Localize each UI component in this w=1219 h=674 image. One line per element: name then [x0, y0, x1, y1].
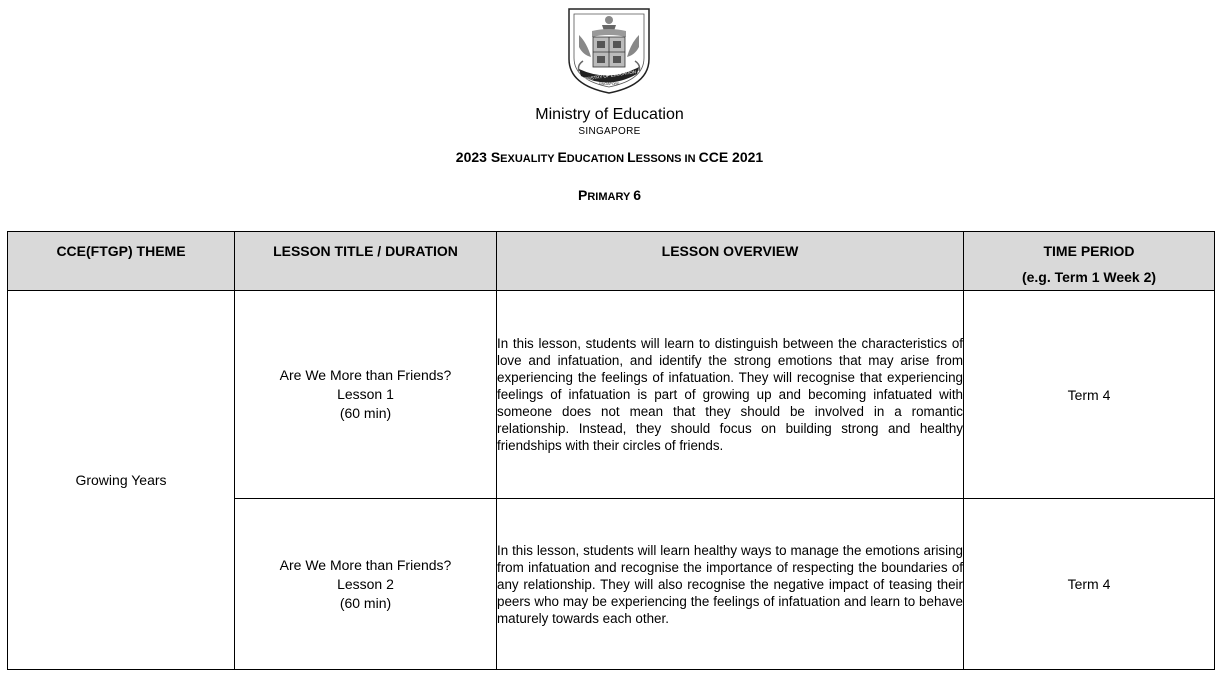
lesson-title: Are We More than Friends? [279, 556, 452, 573]
header-time-period-line2: (e.g. Term 1 Week 2) [1021, 269, 1157, 285]
lesson-number: Lesson 1 [337, 386, 394, 402]
ministry-crest-logo: MINISTRY OF EDUCATION SINGAPORE [568, 8, 650, 94]
lesson-number: Lesson 2 [337, 575, 394, 592]
header-overview: LESSON OVERVIEW [496, 231, 964, 291]
header-time-period: TIME PERIOD (e.g. Term 1 Week 2) [963, 231, 1215, 291]
lesson-overview-cell: In this lesson, students will learn to d… [496, 290, 964, 499]
time-period-cell: Term 4 [963, 290, 1215, 499]
crest-subtext: SINGAPORE [599, 82, 620, 86]
theme-cell: Growing Years [7, 290, 235, 670]
table-header-row: CCE(FTGP) THEME LESSON TITLE / DURATION … [7, 231, 1215, 291]
lesson-duration: (60 min) [339, 594, 392, 611]
header-lesson-title: LESSON TITLE / DURATION [234, 231, 497, 291]
lessons-table: CCE(FTGP) THEME LESSON TITLE / DURATION … [7, 231, 1215, 670]
lesson-title-cell: Are We More than Friends? Lesson 2 (60 m… [234, 498, 497, 670]
document-subtitle: PRIMARY 6 [578, 187, 641, 203]
lesson-title: Are We More than Friends? [279, 367, 452, 383]
country-name: SINGAPORE [578, 126, 641, 137]
lesson-overview-cell: In this lesson, students will learn heal… [496, 498, 964, 670]
lesson-title-cell: Are We More than Friends? Lesson 1 (60 m… [234, 290, 497, 499]
document-title: 2023 SEXUALITY EDUCATION LESSONS IN CCE … [455, 149, 764, 165]
table-row: Growing Years Are We More than Friends? … [7, 290, 1215, 670]
lesson-duration: (60 min) [339, 405, 392, 421]
ministry-name: Ministry of Education [535, 106, 684, 123]
header-time-period-line1: TIME PERIOD [1043, 243, 1135, 259]
header-theme: CCE(FTGP) THEME [7, 231, 235, 291]
time-period-cell: Term 4 [963, 498, 1215, 670]
